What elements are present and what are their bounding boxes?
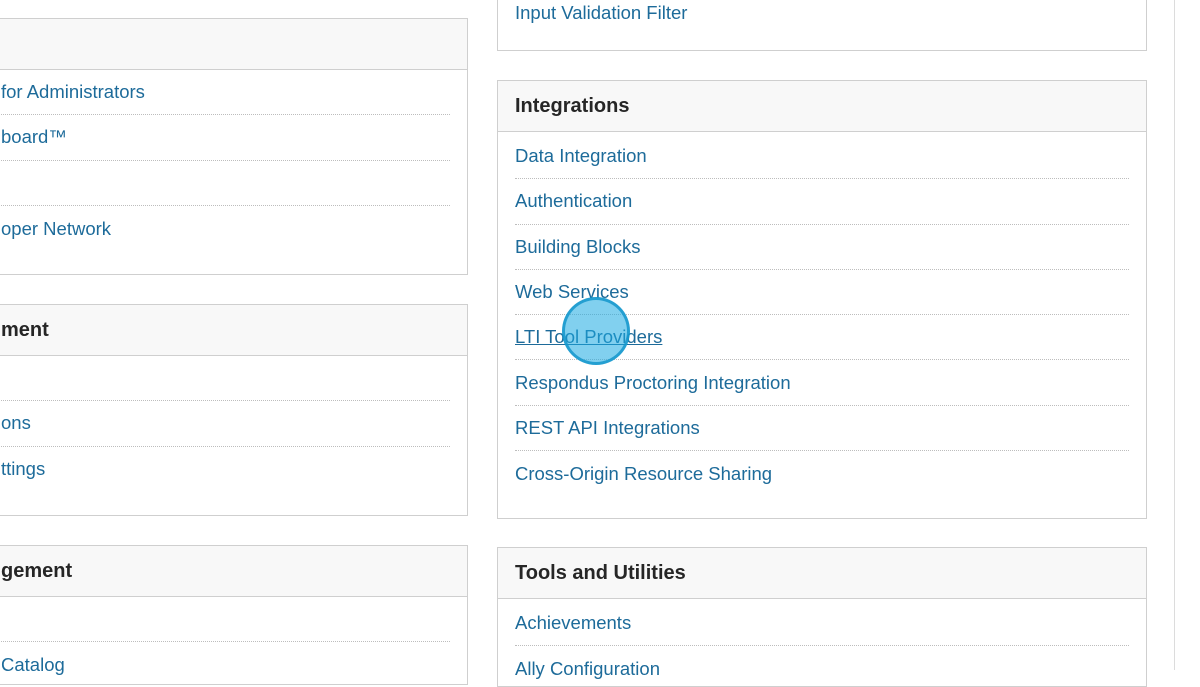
link-data-integration[interactable]: Data Integration [515,145,647,167]
link-authentication[interactable]: Authentication [515,190,632,212]
link-web-services[interactable]: Web Services [515,281,629,303]
list-item: for Administrators [1,70,450,116]
list-item: Respondus Proctoring Integration [515,360,1129,406]
link-cross-origin-resource-sharing[interactable]: Cross-Origin Resource Sharing [515,463,772,485]
list-item: REST API Integrations [515,406,1129,452]
list-item [1,356,450,402]
link-building-blocks[interactable]: Building Blocks [515,236,640,258]
list-item: LTI Tool Providers [515,315,1129,361]
list-item: Authentication [515,179,1129,225]
link-catalog[interactable]: Catalog [1,654,65,676]
list-item: oper Network [1,206,450,251]
link-rest-api-integrations[interactable]: REST API Integrations [515,417,700,439]
list-item: board™ [1,115,450,161]
link-ally-configuration[interactable]: Ally Configuration [515,658,660,680]
link-input-validation-filter[interactable]: Input Validation Filter [515,2,687,24]
list-item: Building Blocks [515,225,1129,270]
link-settings[interactable]: ttings [1,458,45,480]
admin-panel-left-2: ment ons ttings [0,304,468,516]
admin-panel-left-3: gement Catalog [0,545,468,685]
list-item: Web Services [515,270,1129,316]
list-item: ons [1,401,450,447]
list-item [1,597,450,643]
list-item: Catalog [1,642,450,684]
list-item: Input Validation Filter [515,0,1129,35]
list-item: Ally Configuration [515,646,1129,686]
list-item: Cross-Origin Resource Sharing [515,451,1129,496]
list-item [1,161,450,206]
admin-panel-left-1: for Administrators board™ oper Network [0,18,468,275]
list-item: Achievements [515,601,1129,647]
link-blackboard[interactable]: board™ [1,126,67,148]
link-options[interactable]: ons [1,412,31,434]
panel-header: ment [0,305,467,356]
panel-header: gement [0,546,467,597]
list-item: ttings [1,447,450,492]
link-developer-network[interactable]: oper Network [1,218,111,240]
integrations-panel: Integrations Data Integration Authentica… [497,80,1147,519]
scrollbar-track-edge [1174,0,1175,670]
tools-and-utilities-panel: Tools and Utilities Achievements Ally Co… [497,547,1147,687]
link-respondus-proctoring-integration[interactable]: Respondus Proctoring Integration [515,372,791,394]
panel-header [0,19,467,70]
security-panel: Input Validation Filter [497,0,1147,51]
link-achievements[interactable]: Achievements [515,612,631,634]
integrations-header: Integrations [498,81,1146,132]
link-for-administrators[interactable]: for Administrators [1,81,145,103]
tools-and-utilities-header: Tools and Utilities [498,548,1146,599]
link-lti-tool-providers[interactable]: LTI Tool Providers [515,326,662,348]
list-item: Data Integration [515,134,1129,180]
